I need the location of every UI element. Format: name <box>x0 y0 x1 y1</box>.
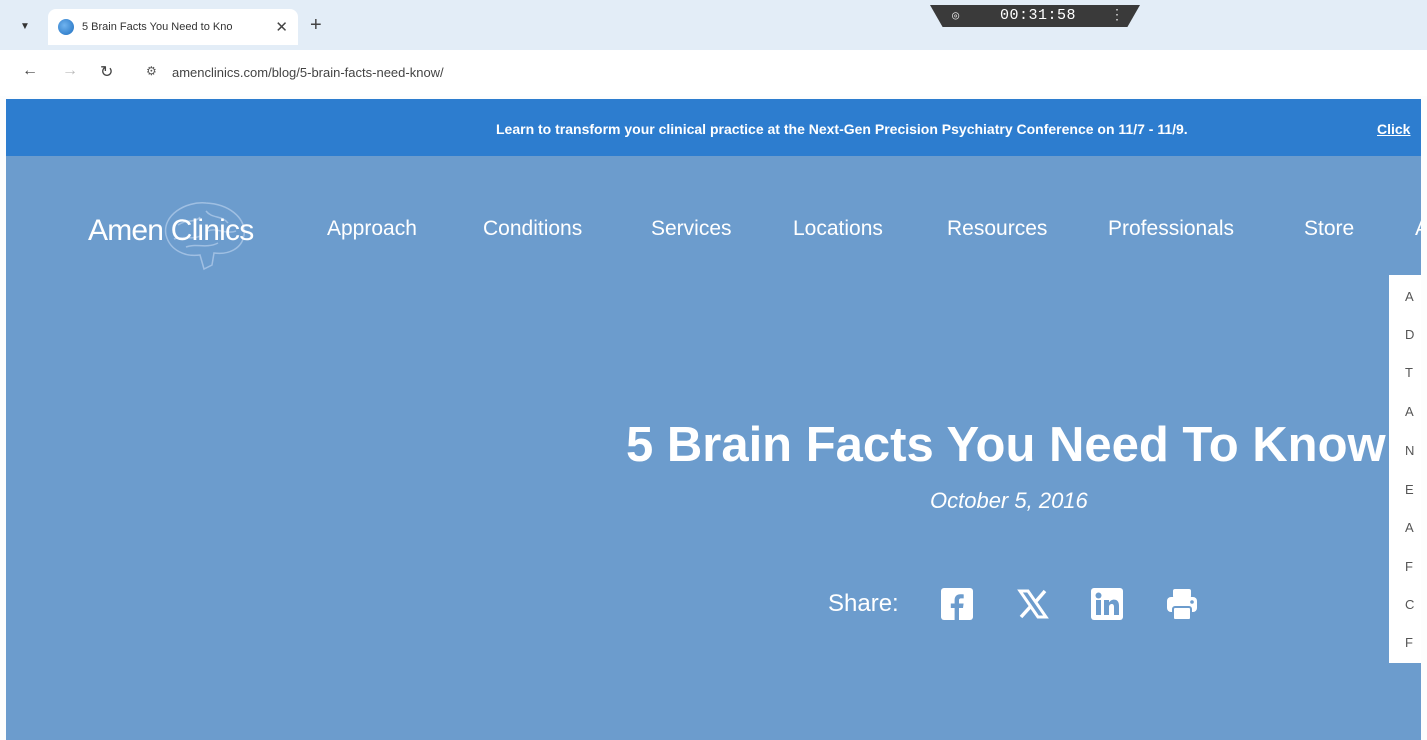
forward-arrow-icon[interactable]: → <box>62 62 78 80</box>
facebook-icon[interactable] <box>938 585 976 623</box>
recorder-menu-icon[interactable]: ⋮ <box>1110 7 1124 24</box>
article-title: 5 Brain Facts You Need To Know <box>626 418 1386 472</box>
nav-truncated-item[interactable]: A <box>1415 217 1421 241</box>
recording-timer: 00:31:58 <box>1000 7 1077 24</box>
x-icon[interactable] <box>1014 585 1052 623</box>
back-arrow-icon[interactable]: ← <box>22 62 38 80</box>
site-settings-icon[interactable]: ⚙ <box>146 64 157 78</box>
nav-approach[interactable]: Approach <box>327 217 417 241</box>
url-field[interactable]: amenclinics.com/blog/5-brain-facts-need-… <box>172 65 444 80</box>
timer-icon: ◎ <box>952 9 960 23</box>
print-icon[interactable] <box>1163 585 1201 623</box>
address-bar: ← → ↻ ⚙ amenclinics.com/blog/5-brain-fac… <box>0 50 1427 96</box>
nav-conditions[interactable]: Conditions <box>483 217 582 241</box>
amen-clinics-logo[interactable]: Amen Clinics <box>88 202 308 271</box>
nav-resources[interactable]: Resources <box>947 217 1047 241</box>
linkedin-icon[interactable] <box>1088 585 1126 623</box>
dropdown-item[interactable]: A <box>1405 404 1414 419</box>
browser-tab-strip: ▼ 5 Brain Facts You Need to Kno ✕ + ◎ 00… <box>0 0 1427 50</box>
browser-tab[interactable]: 5 Brain Facts You Need to Kno ✕ <box>48 9 298 45</box>
announcement-bar: Learn to transform your clinical practic… <box>6 99 1421 156</box>
nav-store[interactable]: Store <box>1304 217 1354 241</box>
new-tab-button[interactable]: + <box>310 14 322 37</box>
tab-title: 5 Brain Facts You Need to Kno <box>82 21 233 33</box>
announcement-text: Learn to transform your clinical practic… <box>496 121 1188 137</box>
logo-text: Amen Clinics <box>88 214 254 247</box>
dropdown-item[interactable]: C <box>1405 597 1414 612</box>
nav-professionals[interactable]: Professionals <box>1108 217 1234 241</box>
dropdown-item[interactable]: E <box>1405 482 1414 497</box>
dropdown-item[interactable]: T <box>1405 365 1413 380</box>
share-label: Share: <box>828 590 899 617</box>
dropdown-item[interactable]: F <box>1405 559 1413 574</box>
nav-locations[interactable]: Locations <box>793 217 883 241</box>
dropdown-item[interactable]: F <box>1405 635 1413 650</box>
screen-recorder-bar: ◎ 00:31:58 ⋮ <box>930 5 1140 27</box>
chevron-down-icon: ▼ <box>20 20 30 32</box>
tab-search-button[interactable]: ▼ <box>14 15 36 37</box>
nav-services[interactable]: Services <box>651 217 732 241</box>
close-tab-button[interactable]: ✕ <box>275 18 288 36</box>
reload-icon[interactable]: ↻ <box>100 62 113 82</box>
dropdown-item[interactable]: A <box>1405 289 1414 304</box>
web-page: Learn to transform your clinical practic… <box>6 99 1421 740</box>
nav-dropdown-menu: A D T A N E A F C F <box>1389 275 1421 663</box>
dropdown-item[interactable]: N <box>1405 443 1414 458</box>
dropdown-item[interactable]: D <box>1405 327 1414 342</box>
dropdown-item[interactable]: A <box>1405 520 1414 535</box>
announcement-link[interactable]: Click <box>1377 121 1410 137</box>
article-date: October 5, 2016 <box>930 488 1088 513</box>
site-favicon-icon <box>58 19 74 35</box>
